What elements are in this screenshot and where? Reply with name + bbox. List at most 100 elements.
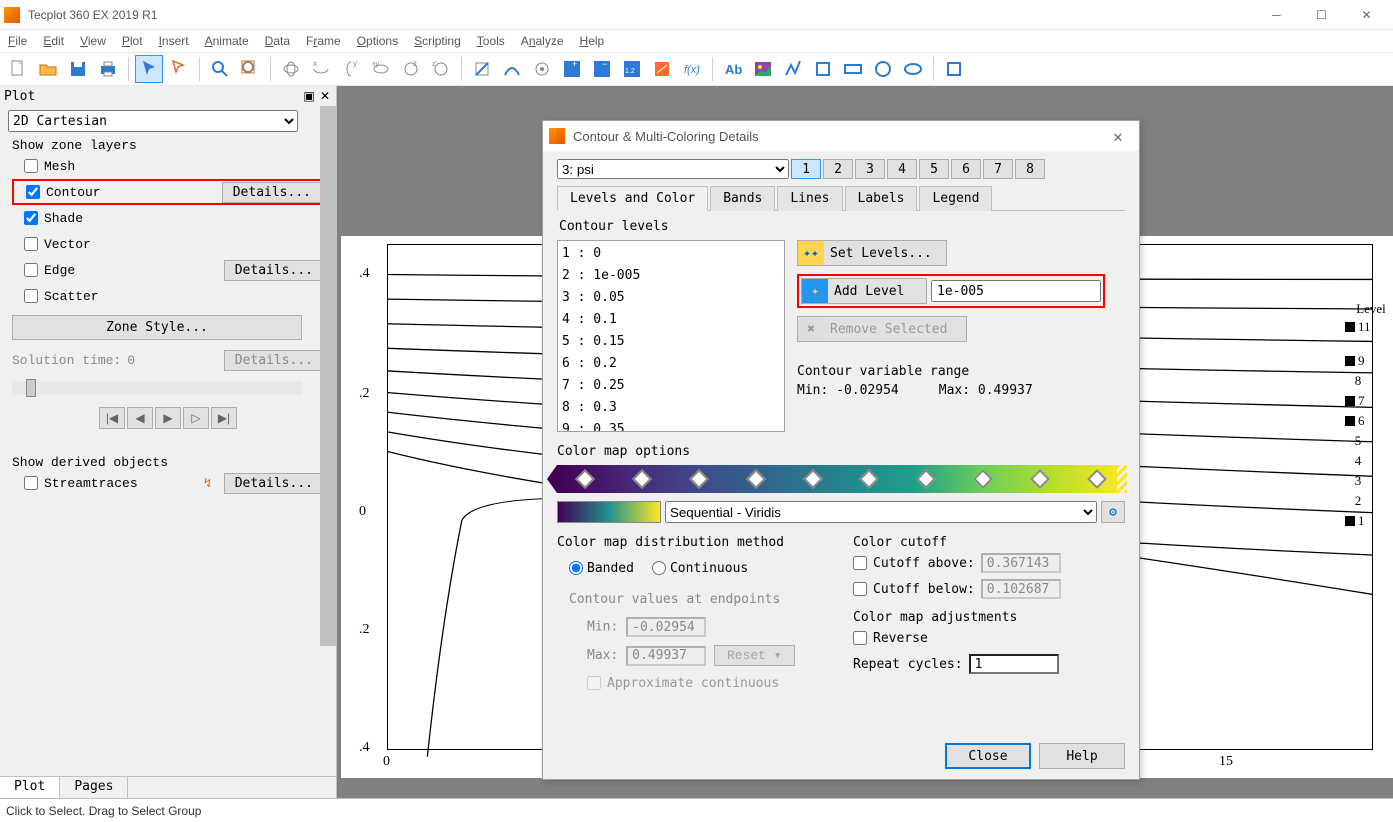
group-2-button[interactable]: 2 xyxy=(823,159,853,179)
menu-data[interactable]: Data xyxy=(265,34,290,48)
shade-checkbox[interactable] xyxy=(24,211,38,225)
add-level-input[interactable] xyxy=(931,280,1101,302)
geom-rect-icon[interactable] xyxy=(839,55,867,83)
menu-insert[interactable]: Insert xyxy=(159,34,189,48)
dialog-close-icon[interactable]: ✕ xyxy=(1103,127,1133,146)
level-item[interactable]: 1 : 0 xyxy=(562,243,780,265)
streamtraces-icon[interactable]: ↯ xyxy=(198,476,218,491)
geom-ellipse-icon[interactable] xyxy=(899,55,927,83)
last-frame-button[interactable]: ▶| xyxy=(211,407,237,429)
streamtraces-details-button[interactable]: Details... xyxy=(224,473,324,494)
colormap-select[interactable]: Sequential - Viridis xyxy=(665,501,1097,523)
save-icon[interactable] xyxy=(64,55,92,83)
maximize-button[interactable]: ☐ xyxy=(1299,0,1344,30)
tab-labels[interactable]: Labels xyxy=(845,186,918,211)
menu-analyze[interactable]: Analyze xyxy=(521,34,564,48)
close-panel-icon[interactable]: ✕ xyxy=(318,89,332,103)
vector-checkbox[interactable] xyxy=(24,237,38,251)
solution-time-details-button[interactable]: Details... xyxy=(224,350,324,371)
rotate-twist-icon[interactable]: z' xyxy=(427,55,455,83)
probe-icon[interactable] xyxy=(528,55,556,83)
banded-radio[interactable] xyxy=(569,561,583,575)
streamtraces-checkbox[interactable] xyxy=(24,476,38,490)
repeat-cycles-input[interactable] xyxy=(969,654,1059,674)
tab-levels-color[interactable]: Levels and Color xyxy=(557,186,708,211)
geom-circle-icon[interactable] xyxy=(869,55,897,83)
rotate-xy-icon[interactable]: xy xyxy=(367,55,395,83)
reverse-checkbox[interactable] xyxy=(853,631,867,645)
fit-icon[interactable] xyxy=(236,55,264,83)
level-item[interactable]: 5 : 0.15 xyxy=(562,331,780,353)
group-5-button[interactable]: 5 xyxy=(919,159,949,179)
cutoff-below-checkbox[interactable] xyxy=(853,582,867,596)
contour-del-icon[interactable]: − xyxy=(588,55,616,83)
plot-type-select[interactable]: 2D Cartesian xyxy=(8,110,298,132)
streamtrace-icon[interactable] xyxy=(498,55,526,83)
tab-plot[interactable]: Plot xyxy=(0,777,60,798)
minimize-button[interactable]: ─ xyxy=(1254,0,1299,30)
play-button[interactable]: ▶ xyxy=(155,407,181,429)
tab-lines[interactable]: Lines xyxy=(777,186,842,211)
extract-icon[interactable] xyxy=(648,55,676,83)
dialog-help-button[interactable]: Help xyxy=(1039,743,1125,769)
dialog-close-button[interactable]: Close xyxy=(945,743,1031,769)
level-item[interactable]: 2 : 1e-005 xyxy=(562,265,780,287)
open-icon[interactable] xyxy=(34,55,62,83)
rotate-z-icon[interactable]: z xyxy=(397,55,425,83)
menu-animate[interactable]: Animate xyxy=(205,34,249,48)
edge-checkbox[interactable] xyxy=(24,263,38,277)
level-item[interactable]: 7 : 0.25 xyxy=(562,375,780,397)
group-1-button[interactable]: 1 xyxy=(791,159,821,179)
menu-tools[interactable]: Tools xyxy=(477,34,505,48)
zoom-icon[interactable] xyxy=(206,55,234,83)
contour-checkbox[interactable] xyxy=(26,185,40,199)
cutoff-above-checkbox[interactable] xyxy=(853,556,867,570)
edge-details-button[interactable]: Details... xyxy=(224,260,324,281)
time-slider[interactable] xyxy=(12,381,302,395)
adjust-icon[interactable] xyxy=(165,55,193,83)
menu-file[interactable]: File xyxy=(8,34,27,48)
tab-bands[interactable]: Bands xyxy=(710,186,775,211)
contour-add-icon[interactable]: + xyxy=(558,55,586,83)
text-icon[interactable]: Ab xyxy=(719,55,747,83)
colormap-preview[interactable] xyxy=(557,465,1125,493)
set-levels-button[interactable]: ✦✦ Set Levels... xyxy=(797,240,947,266)
undock-icon[interactable]: ▣ xyxy=(302,89,316,103)
level-item[interactable]: 6 : 0.2 xyxy=(562,353,780,375)
menu-scripting[interactable]: Scripting xyxy=(414,34,461,48)
menu-frame[interactable]: Frame xyxy=(306,34,341,48)
group-6-button[interactable]: 6 xyxy=(951,159,981,179)
group-8-button[interactable]: 8 xyxy=(1015,159,1045,179)
levels-listbox[interactable]: 1 : 0 2 : 1e-005 3 : 0.05 4 : 0.1 5 : 0.… xyxy=(557,240,785,432)
rotate-y-icon[interactable]: y xyxy=(337,55,365,83)
first-frame-button[interactable]: |◀ xyxy=(99,407,125,429)
next-frame-button[interactable]: ▷ xyxy=(183,407,209,429)
level-item[interactable]: 4 : 0.1 xyxy=(562,309,780,331)
group-7-button[interactable]: 7 xyxy=(983,159,1013,179)
zone-style-button[interactable]: Zone Style... xyxy=(12,315,302,340)
menu-options[interactable]: Options xyxy=(357,34,398,48)
fx-icon[interactable]: f(x) xyxy=(678,55,706,83)
level-item[interactable]: 8 : 0.3 xyxy=(562,397,780,419)
rotate-icon[interactable] xyxy=(277,55,305,83)
prev-frame-button[interactable]: ◀ xyxy=(127,407,153,429)
contour-label-icon[interactable]: 1.2 xyxy=(618,55,646,83)
tab-pages[interactable]: Pages xyxy=(60,777,128,798)
contour-details-button[interactable]: Details... xyxy=(222,182,322,203)
group-3-button[interactable]: 3 xyxy=(855,159,885,179)
remove-selected-button[interactable]: ✖ Remove Selected xyxy=(797,316,967,342)
continuous-radio[interactable] xyxy=(652,561,666,575)
menu-help[interactable]: Help xyxy=(580,34,605,48)
colormap-settings-icon[interactable]: ⚙ xyxy=(1101,501,1125,523)
contour-variable-select[interactable]: 3: psi xyxy=(557,159,789,179)
mesh-checkbox[interactable] xyxy=(24,159,38,173)
tab-legend[interactable]: Legend xyxy=(919,186,992,211)
geom-square-icon[interactable] xyxy=(809,55,837,83)
group-4-button[interactable]: 4 xyxy=(887,159,917,179)
close-button[interactable]: ✕ xyxy=(1344,0,1389,30)
menu-view[interactable]: View xyxy=(80,34,106,48)
print-icon[interactable] xyxy=(94,55,122,83)
menu-edit[interactable]: Edit xyxy=(43,34,64,48)
level-item[interactable]: 3 : 0.05 xyxy=(562,287,780,309)
rotate-x-icon[interactable]: x xyxy=(307,55,335,83)
